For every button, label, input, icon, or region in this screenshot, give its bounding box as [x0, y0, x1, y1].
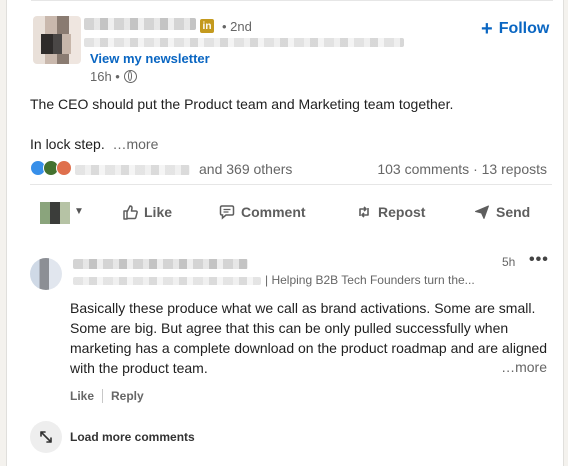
comments-reposts-count[interactable]: 103 comments · 13 reposts [377, 161, 547, 177]
comment-text: Basically these produce what we call as … [70, 300, 548, 376]
expand-icon [30, 421, 62, 453]
author-avatar[interactable] [33, 16, 81, 64]
follow-button[interactable]: + Follow [481, 18, 550, 40]
commenter-headline: | Helping B2B Tech Founders turn the... [265, 273, 475, 287]
post-text-line: In lock step. [30, 136, 105, 152]
top-divider [31, 0, 553, 1]
reaction-icons[interactable] [30, 160, 72, 176]
comment-button[interactable]: Comment [219, 204, 306, 220]
repost-icon [359, 206, 369, 218]
actions-divider [30, 184, 552, 185]
newsletter-link[interactable]: View my newsletter [90, 51, 210, 66]
commenter-avatar[interactable] [30, 258, 62, 290]
connection-degree: • 2nd [222, 19, 252, 34]
follow-label: Follow [498, 20, 550, 37]
comment-icon [219, 205, 235, 220]
social-actions-bar: ▼ Like Comment Repost Send [30, 196, 552, 230]
linkedin-premium-icon: in [200, 19, 214, 33]
load-more-comments-button[interactable]: Load more comments [30, 421, 195, 453]
post-text-line: The CEO should put the Product team and … [30, 96, 454, 112]
load-more-label: Load more comments [70, 430, 195, 444]
commenter-headline-redacted [73, 277, 261, 285]
repost-label: Repost [378, 204, 426, 220]
reactor-name-redacted[interactable] [75, 165, 190, 175]
send-label: Send [496, 204, 531, 220]
comment-actions-separator [102, 389, 104, 403]
comment-time: 5h [502, 255, 516, 269]
love-reaction-icon [56, 160, 72, 176]
chevron-down-icon[interactable]: ▼ [74, 206, 84, 217]
comment-like-button[interactable]: Like [70, 389, 94, 403]
post-card: in • 2nd View my newsletter 16h • + Foll… [6, 0, 564, 466]
like-label: Like [144, 204, 173, 220]
post-time: 16h • [90, 69, 120, 84]
thumbs-up-icon [123, 205, 138, 220]
send-button[interactable]: Send [474, 204, 530, 220]
like-button[interactable]: Like [122, 204, 172, 220]
more-options-icon[interactable]: ••• [529, 251, 549, 269]
author-name-redacted[interactable] [84, 18, 196, 30]
author-headline-redacted [84, 38, 404, 47]
reactions-count[interactable]: and 369 others [199, 161, 292, 177]
post-body: The CEO should put the Product team and … [30, 94, 550, 154]
plus-icon: + [481, 18, 493, 40]
viewer-avatar[interactable] [40, 202, 70, 224]
see-more-link[interactable]: …more [112, 136, 158, 152]
repost-button[interactable]: Repost [356, 204, 425, 220]
comment-see-more-link[interactable]: …more [501, 359, 547, 375]
commenter-name-redacted[interactable] [73, 259, 248, 269]
globe-icon [123, 70, 137, 83]
send-icon [475, 205, 489, 219]
comment-label: Comment [241, 204, 306, 220]
comment-actions: Like Reply [70, 389, 144, 403]
post-meta: 16h • [90, 69, 137, 84]
comment-reply-button[interactable]: Reply [111, 389, 144, 403]
